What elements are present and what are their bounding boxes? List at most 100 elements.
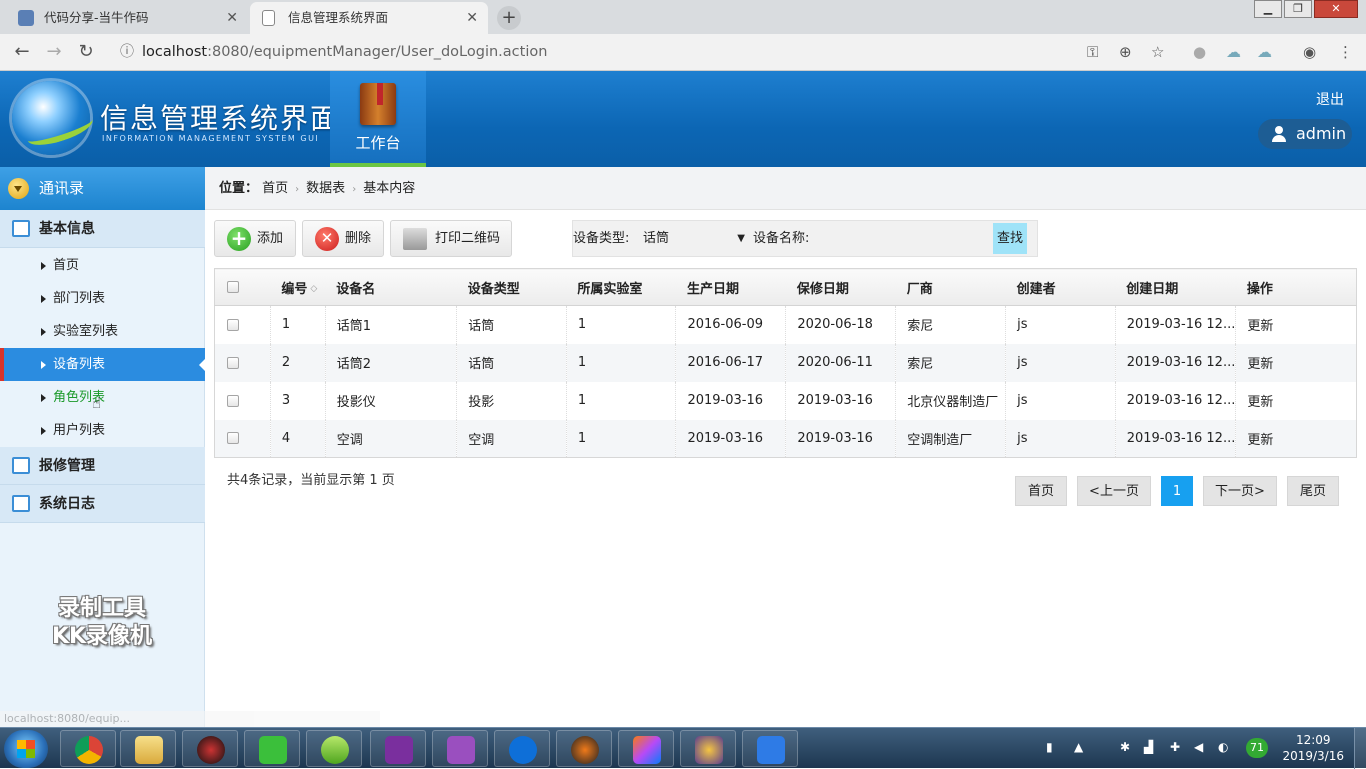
add-button[interactable]: + 添加 xyxy=(214,220,296,257)
sort-icon[interactable]: ◇ xyxy=(310,284,317,294)
tab-title: 信息管理系统界面 xyxy=(288,10,389,25)
row-creator: js xyxy=(1005,305,1116,344)
prev-page-button[interactable]: <上一页 xyxy=(1077,476,1151,506)
info-icon[interactable]: ⓘ xyxy=(120,39,134,66)
minimize-button[interactable]: ▁ xyxy=(1254,0,1282,18)
taskbar-ninja[interactable] xyxy=(556,730,612,767)
table-row[interactable]: 1 话筒1 话筒 1 2016-06-09 2020-06-18 索尼 js 2019-03-1… xyxy=(215,305,1357,344)
update-link[interactable]: 更新 xyxy=(1235,343,1357,382)
extension-icon[interactable]: ● xyxy=(1193,43,1206,61)
caret-right-icon xyxy=(41,361,46,369)
taskbar-intellij[interactable] xyxy=(618,730,674,767)
bluetooth-icon[interactable]: ✱ xyxy=(1120,740,1130,754)
taskbar-chat[interactable] xyxy=(306,730,362,767)
taskbar-onenote[interactable] xyxy=(370,730,426,767)
row-production-date: 2016-06-09 xyxy=(675,305,786,344)
volume-icon[interactable]: ◀ xyxy=(1194,740,1203,754)
col-id[interactable]: 编号 ◇ xyxy=(270,268,326,306)
sidebar-item-equipment[interactable]: 设备列表 xyxy=(0,348,206,381)
sync-icon[interactable]: ☁ xyxy=(1257,43,1272,61)
close-window-button[interactable]: ✕ xyxy=(1314,0,1358,18)
input-method-icon[interactable]: ◐ xyxy=(1218,740,1228,754)
select-all-checkbox[interactable] xyxy=(227,281,239,293)
table-row[interactable]: 4 空调 空调 1 2019-03-16 2019-03-16 空调制造厂 js 2019-03… xyxy=(214,419,1357,458)
account-icon[interactable]: ◉ xyxy=(1303,43,1316,61)
reload-button[interactable]: ↻ xyxy=(74,40,98,64)
sidebar-item-home[interactable]: 首页 xyxy=(0,249,205,282)
next-page-button[interactable]: 下一页> xyxy=(1203,476,1277,506)
battery-icon[interactable]: ▮ xyxy=(1046,740,1053,754)
workbench-tab[interactable]: 工作台 xyxy=(330,71,426,167)
sidebar-group-repair[interactable]: 报修管理 xyxy=(0,447,205,485)
name-input[interactable] xyxy=(818,225,983,252)
page-1-button[interactable]: 1 xyxy=(1161,476,1193,506)
row-creator: js xyxy=(1005,343,1116,382)
row-checkbox[interactable] xyxy=(227,432,239,445)
breadcrumb-separator: › xyxy=(352,184,357,195)
start-button[interactable] xyxy=(4,730,48,768)
tray-badge[interactable]: 71 xyxy=(1246,738,1268,758)
delete-icon: ✕ xyxy=(315,227,339,251)
row-name: 话筒2 xyxy=(324,343,457,382)
user-icon xyxy=(1272,126,1286,142)
row-checkbox[interactable] xyxy=(227,356,239,369)
table-row[interactable]: 3 投影仪 投影 1 2019-03-16 2019-03-16 北京仪器制造厂 js 2019… xyxy=(215,381,1357,420)
close-tab-icon[interactable]: ✕ xyxy=(466,2,478,34)
star-icon[interactable]: ☆ xyxy=(1151,43,1164,61)
back-button[interactable]: ← xyxy=(10,40,34,64)
breadcrumb-home[interactable]: 首页 xyxy=(262,181,288,196)
group-label: 系统日志 xyxy=(39,496,95,512)
row-checkbox[interactable] xyxy=(227,394,239,407)
zoom-icon[interactable]: ⊕ xyxy=(1119,43,1132,61)
col-creator: 创建者 xyxy=(1005,268,1116,306)
taskbar-media-player[interactable] xyxy=(182,730,238,767)
sidebar-item-roles[interactable]: 角色列表 ☝ xyxy=(0,381,205,414)
user-badge[interactable]: admin xyxy=(1258,119,1352,149)
network-icon[interactable]: ▟ xyxy=(1144,740,1153,754)
maximize-button[interactable]: ❐ xyxy=(1284,0,1312,18)
taskbar-wps[interactable] xyxy=(742,730,798,767)
menu-icon[interactable]: ⋮ xyxy=(1338,43,1353,61)
taskbar-chrome[interactable] xyxy=(60,730,116,767)
taskbar-explorer[interactable] xyxy=(120,730,176,767)
row-production-date: 2019-03-16 xyxy=(675,419,786,458)
row-select-cell xyxy=(215,382,271,420)
search-button[interactable]: 查找 xyxy=(993,223,1027,254)
sidebar-header-label: 通讯录 xyxy=(39,179,85,197)
last-page-button[interactable]: 尾页 xyxy=(1287,476,1339,506)
cloud-icon[interactable]: ☁ xyxy=(1226,43,1241,61)
logout-link[interactable]: 退出 xyxy=(1316,89,1344,109)
sidebar-item-departments[interactable]: 部门列表 xyxy=(0,282,205,315)
clock[interactable]: 12:09 2019/3/16 xyxy=(1282,732,1344,764)
browser-tab-1[interactable]: 代码分享-当牛作码 ✕ xyxy=(6,2,248,34)
sidebar-group-basic-info[interactable]: 基本信息 xyxy=(0,210,205,248)
update-link[interactable]: 更新 xyxy=(1235,381,1357,420)
taskbar-onenote-notebook[interactable] xyxy=(432,730,488,767)
row-checkbox[interactable] xyxy=(227,318,239,331)
browser-tab-2[interactable]: 信息管理系统界面 ✕ xyxy=(250,2,488,34)
update-link[interactable]: 更新 xyxy=(1235,419,1357,458)
breadcrumb-label: 位置： xyxy=(219,181,259,196)
forward-button[interactable]: → xyxy=(42,40,66,64)
print-qr-button[interactable]: 打印二维码 xyxy=(390,220,512,257)
new-tab-button[interactable]: + xyxy=(497,6,521,30)
show-desktop-button[interactable] xyxy=(1354,728,1366,769)
type-select[interactable]: 话筒 ▼ xyxy=(639,225,747,252)
delete-button[interactable]: ✕ 删除 xyxy=(302,220,384,257)
taskbar-wechat[interactable] xyxy=(244,730,300,767)
taskbar-teamviewer[interactable] xyxy=(494,730,550,767)
first-page-button[interactable]: 首页 xyxy=(1015,476,1067,506)
sidebar-header[interactable]: 通讯录 xyxy=(0,167,205,210)
update-link[interactable]: 更新 xyxy=(1235,305,1357,344)
tray-expand-icon[interactable]: ▲ xyxy=(1074,740,1083,754)
key-icon[interactable]: ⚿ xyxy=(1087,43,1098,61)
security-icon[interactable]: ✚ xyxy=(1170,740,1180,754)
sidebar-group-logs[interactable]: 系统日志 xyxy=(0,485,205,523)
breadcrumb-data-table[interactable]: 数据表 xyxy=(306,181,345,196)
table-row[interactable]: 2 话筒2 话筒 1 2016-06-17 2020-06-11 索尼 js 2019-03-1… xyxy=(214,343,1357,382)
close-tab-icon[interactable]: ✕ xyxy=(226,2,238,34)
taskbar-java-ee[interactable] xyxy=(680,730,736,767)
sidebar-item-users[interactable]: 用户列表 xyxy=(0,414,205,447)
url-input[interactable]: ⓘ localhost:8080/equipmentManager/User_d… xyxy=(114,39,1174,66)
sidebar-item-labs[interactable]: 实验室列表 xyxy=(0,315,205,348)
